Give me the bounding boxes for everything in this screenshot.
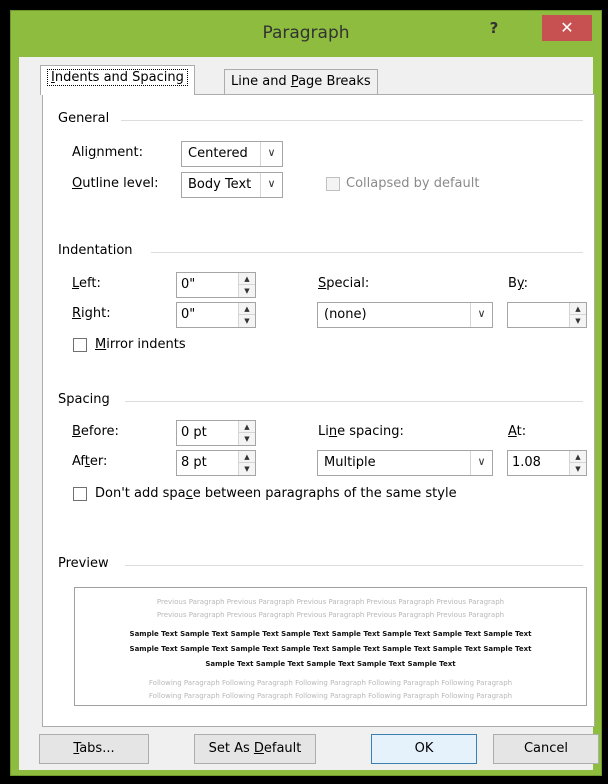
line-spacing-value: Multiple [324, 455, 376, 470]
mirror-indents-label: Mirror indents [95, 337, 186, 352]
spacing-after-value: 8 pt [181, 455, 207, 470]
dialog-client: Indents and Spacing Line and Page Breaks… [19, 57, 599, 770]
title-bar[interactable]: Paragraph ? ✕ [11, 11, 601, 57]
collapsed-by-default-checkbox[interactable] [326, 177, 340, 191]
indentation-section-title: Indentation [58, 243, 133, 258]
window-title: Paragraph [262, 23, 350, 43]
spacing-before-spinner[interactable]: 0 pt ▲ ▼ [176, 420, 256, 446]
indentation-divider [151, 252, 583, 253]
outline-level-label: Outline level: [72, 176, 159, 191]
spin-up-icon[interactable]: ▲ [570, 451, 586, 463]
preview-previous-line-1: Previous Paragraph Previous Paragraph Pr… [156, 598, 505, 606]
preview-section-title: Preview [58, 556, 109, 571]
spacing-after-label: After: [72, 454, 108, 469]
alignment-label: Alignment: [72, 145, 144, 160]
spin-down-icon[interactable]: ▼ [239, 285, 255, 297]
preview-following-line-1: Following Paragraph Following Paragraph … [148, 679, 513, 687]
special-dropdown[interactable]: (none) ∨ [317, 302, 493, 328]
preview-divider [125, 565, 583, 566]
special-label: Special: [318, 276, 370, 291]
chevron-down-icon: ∨ [260, 173, 282, 197]
spin-down-icon[interactable]: ▼ [239, 315, 255, 327]
tab-panel: General Alignment: Centered ∨ Outline le… [42, 94, 595, 727]
at-spinner[interactable]: 1.08 ▲ ▼ [507, 450, 587, 476]
spin-up-icon[interactable]: ▲ [570, 303, 586, 315]
chevron-down-icon: ∨ [470, 303, 492, 327]
preview-sample-line-2: Sample Text Sample Text Sample Text Samp… [129, 645, 532, 653]
spacing-divider [125, 401, 583, 402]
alignment-dropdown[interactable]: Centered ∨ [181, 141, 283, 167]
spin-down-icon[interactable]: ▼ [570, 315, 586, 327]
preview-following-line-2: Following Paragraph Following Paragraph … [148, 692, 513, 700]
mirror-indents-checkbox[interactable] [73, 338, 87, 352]
at-label: At: [508, 424, 527, 439]
left-indent-spinner[interactable]: 0" ▲ ▼ [176, 272, 256, 298]
collapsed-by-default-label: Collapsed by default [346, 176, 480, 191]
dont-add-space-checkbox[interactable] [73, 487, 87, 501]
line-spacing-label: Line spacing: [318, 424, 404, 439]
tab-line-and-page-breaks[interactable]: Line and Page Breaks [224, 69, 378, 95]
left-indent-value: 0" [181, 277, 196, 292]
tab-indents-and-spacing[interactable]: Indents and Spacing [40, 65, 195, 95]
general-divider [121, 120, 583, 121]
close-button[interactable]: ✕ [542, 15, 592, 41]
at-value: 1.08 [512, 455, 541, 470]
preview-sample-line-3: Sample Text Sample Text Sample Text Samp… [205, 660, 456, 668]
preview-sample-line-1: Sample Text Sample Text Sample Text Samp… [129, 630, 532, 638]
special-value: (none) [324, 307, 367, 322]
spin-down-icon[interactable]: ▼ [239, 463, 255, 475]
line-spacing-dropdown[interactable]: Multiple ∨ [317, 450, 493, 476]
right-indent-label: Right: [72, 306, 111, 321]
spacing-after-spinner[interactable]: 8 pt ▲ ▼ [176, 450, 256, 476]
alignment-value: Centered [188, 146, 248, 161]
spin-down-icon[interactable]: ▼ [570, 463, 586, 475]
help-button[interactable]: ? [481, 19, 507, 41]
ok-button[interactable]: OK [371, 734, 477, 764]
right-indent-value: 0" [181, 307, 196, 322]
right-indent-spinner[interactable]: 0" ▲ ▼ [176, 302, 256, 328]
cancel-button[interactable]: Cancel [493, 734, 599, 764]
preview-previous-line-2: Previous Paragraph Previous Paragraph Pr… [156, 611, 505, 619]
spin-up-icon[interactable]: ▲ [239, 273, 255, 285]
by-spinner[interactable]: ▲ ▼ [507, 302, 587, 328]
general-section-title: General [58, 111, 110, 126]
tabs-button[interactable]: Tabs... [39, 734, 149, 764]
spin-down-icon[interactable]: ▼ [239, 433, 255, 445]
spacing-before-label: Before: [72, 424, 119, 439]
outline-level-dropdown[interactable]: Body Text ∨ [181, 172, 283, 198]
dialog-window: Paragraph ? ✕ Indents and Spacing Line a… [10, 10, 602, 776]
spin-up-icon[interactable]: ▲ [239, 303, 255, 315]
dont-add-space-label: Don't add space between paragraphs of th… [95, 486, 457, 501]
chevron-down-icon: ∨ [470, 451, 492, 475]
preview-pane: Previous Paragraph Previous Paragraph Pr… [74, 587, 587, 706]
outline-level-value: Body Text [188, 177, 252, 192]
spacing-before-value: 0 pt [181, 425, 207, 440]
by-label: By: [508, 276, 529, 291]
chevron-down-icon: ∨ [260, 142, 282, 166]
set-as-default-button[interactable]: Set As Default [194, 734, 316, 764]
spin-up-icon[interactable]: ▲ [239, 451, 255, 463]
spin-up-icon[interactable]: ▲ [239, 421, 255, 433]
left-indent-label: Left: [72, 276, 101, 291]
spacing-section-title: Spacing [58, 392, 110, 407]
